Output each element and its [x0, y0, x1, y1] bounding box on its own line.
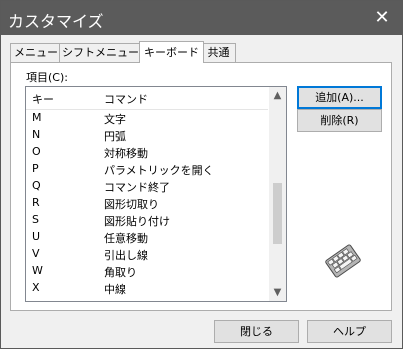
title-bar: カスタマイズ ✕	[1, 1, 402, 35]
close-button[interactable]: 閉じる	[214, 320, 299, 343]
tab-common[interactable]: 共通	[201, 43, 236, 62]
help-button[interactable]: ヘルプ	[307, 320, 392, 343]
header-command[interactable]: コマンド	[104, 91, 148, 107]
row-key: U	[32, 230, 41, 243]
list-row[interactable]: X 中線	[26, 280, 268, 297]
list-row[interactable]: Q コマンド終了	[26, 178, 268, 195]
list-row[interactable]: M 文字	[26, 110, 268, 127]
row-command: 図形貼り付け	[104, 215, 170, 228]
row-key: P	[32, 162, 39, 175]
list-scrollbar[interactable]: ▲ ▼	[269, 87, 286, 301]
window-title: カスタマイズ	[8, 12, 104, 31]
tab-shift-menu[interactable]: シフトメニュー	[59, 43, 142, 62]
list-row[interactable]: N 円弧	[26, 127, 268, 144]
row-command: 角取り	[104, 266, 137, 279]
row-command: 文字	[104, 113, 126, 126]
list-row[interactable]: U 任意移動	[26, 229, 268, 246]
row-key: X	[32, 281, 40, 294]
items-label: 項目(C):	[26, 71, 68, 84]
row-key: S	[32, 213, 39, 226]
row-command: 円弧	[104, 130, 126, 143]
list-row[interactable]: V 引出し線	[26, 246, 268, 263]
scroll-up-icon[interactable]: ▲	[269, 87, 286, 104]
row-command: コマンド終了	[104, 181, 170, 194]
delete-button[interactable]: 削除(R)	[297, 109, 382, 132]
list-header: キー コマンド	[26, 87, 268, 110]
list-row[interactable]: R 図形切取り	[26, 195, 268, 212]
keyboard-panel: 項目(C): キー コマンド M 文字 N 円弧 O 対称移動 P パラメトリックを開く…	[10, 62, 392, 311]
row-key: O	[32, 145, 41, 158]
row-command: 引出し線	[104, 249, 148, 262]
list-row[interactable]: P パラメトリックを開く	[26, 161, 268, 178]
list-row[interactable]: S 図形貼り付け	[26, 212, 268, 229]
add-button[interactable]: 追加(A)...	[297, 86, 382, 109]
row-key: V	[32, 247, 40, 260]
close-icon[interactable]: ✕	[362, 1, 402, 35]
row-key: Q	[32, 179, 41, 192]
row-key: W	[32, 264, 43, 277]
row-key: M	[32, 111, 42, 124]
key-command-list[interactable]: キー コマンド M 文字 N 円弧 O 対称移動 P パラメトリックを開く Q コマンド終…	[25, 86, 287, 302]
customize-dialog: カスタマイズ ✕ メニュー シフトメニュー キーボード 共通 項目(C): キー…	[0, 0, 403, 349]
tab-keyboard[interactable]: キーボード	[139, 41, 204, 63]
row-key: N	[32, 128, 41, 141]
row-command: パラメトリックを開く	[104, 164, 214, 177]
row-command: 中線	[104, 283, 126, 296]
row-key: R	[32, 196, 40, 209]
keyboard-icon	[325, 244, 361, 278]
scroll-thumb[interactable]	[273, 183, 282, 244]
list-row[interactable]: W 角取り	[26, 263, 268, 280]
row-command: 図形切取り	[104, 198, 159, 211]
header-key[interactable]: キー	[32, 91, 54, 107]
list-rows: M 文字 N 円弧 O 対称移動 P パラメトリックを開く Q コマンド終了 R 図形切取り…	[26, 110, 268, 297]
tab-menu[interactable]: メニュー	[10, 43, 62, 62]
scroll-down-icon[interactable]: ▼	[269, 284, 286, 301]
row-command: 任意移動	[104, 232, 148, 245]
row-command: 対称移動	[104, 147, 148, 160]
list-row[interactable]: O 対称移動	[26, 144, 268, 161]
